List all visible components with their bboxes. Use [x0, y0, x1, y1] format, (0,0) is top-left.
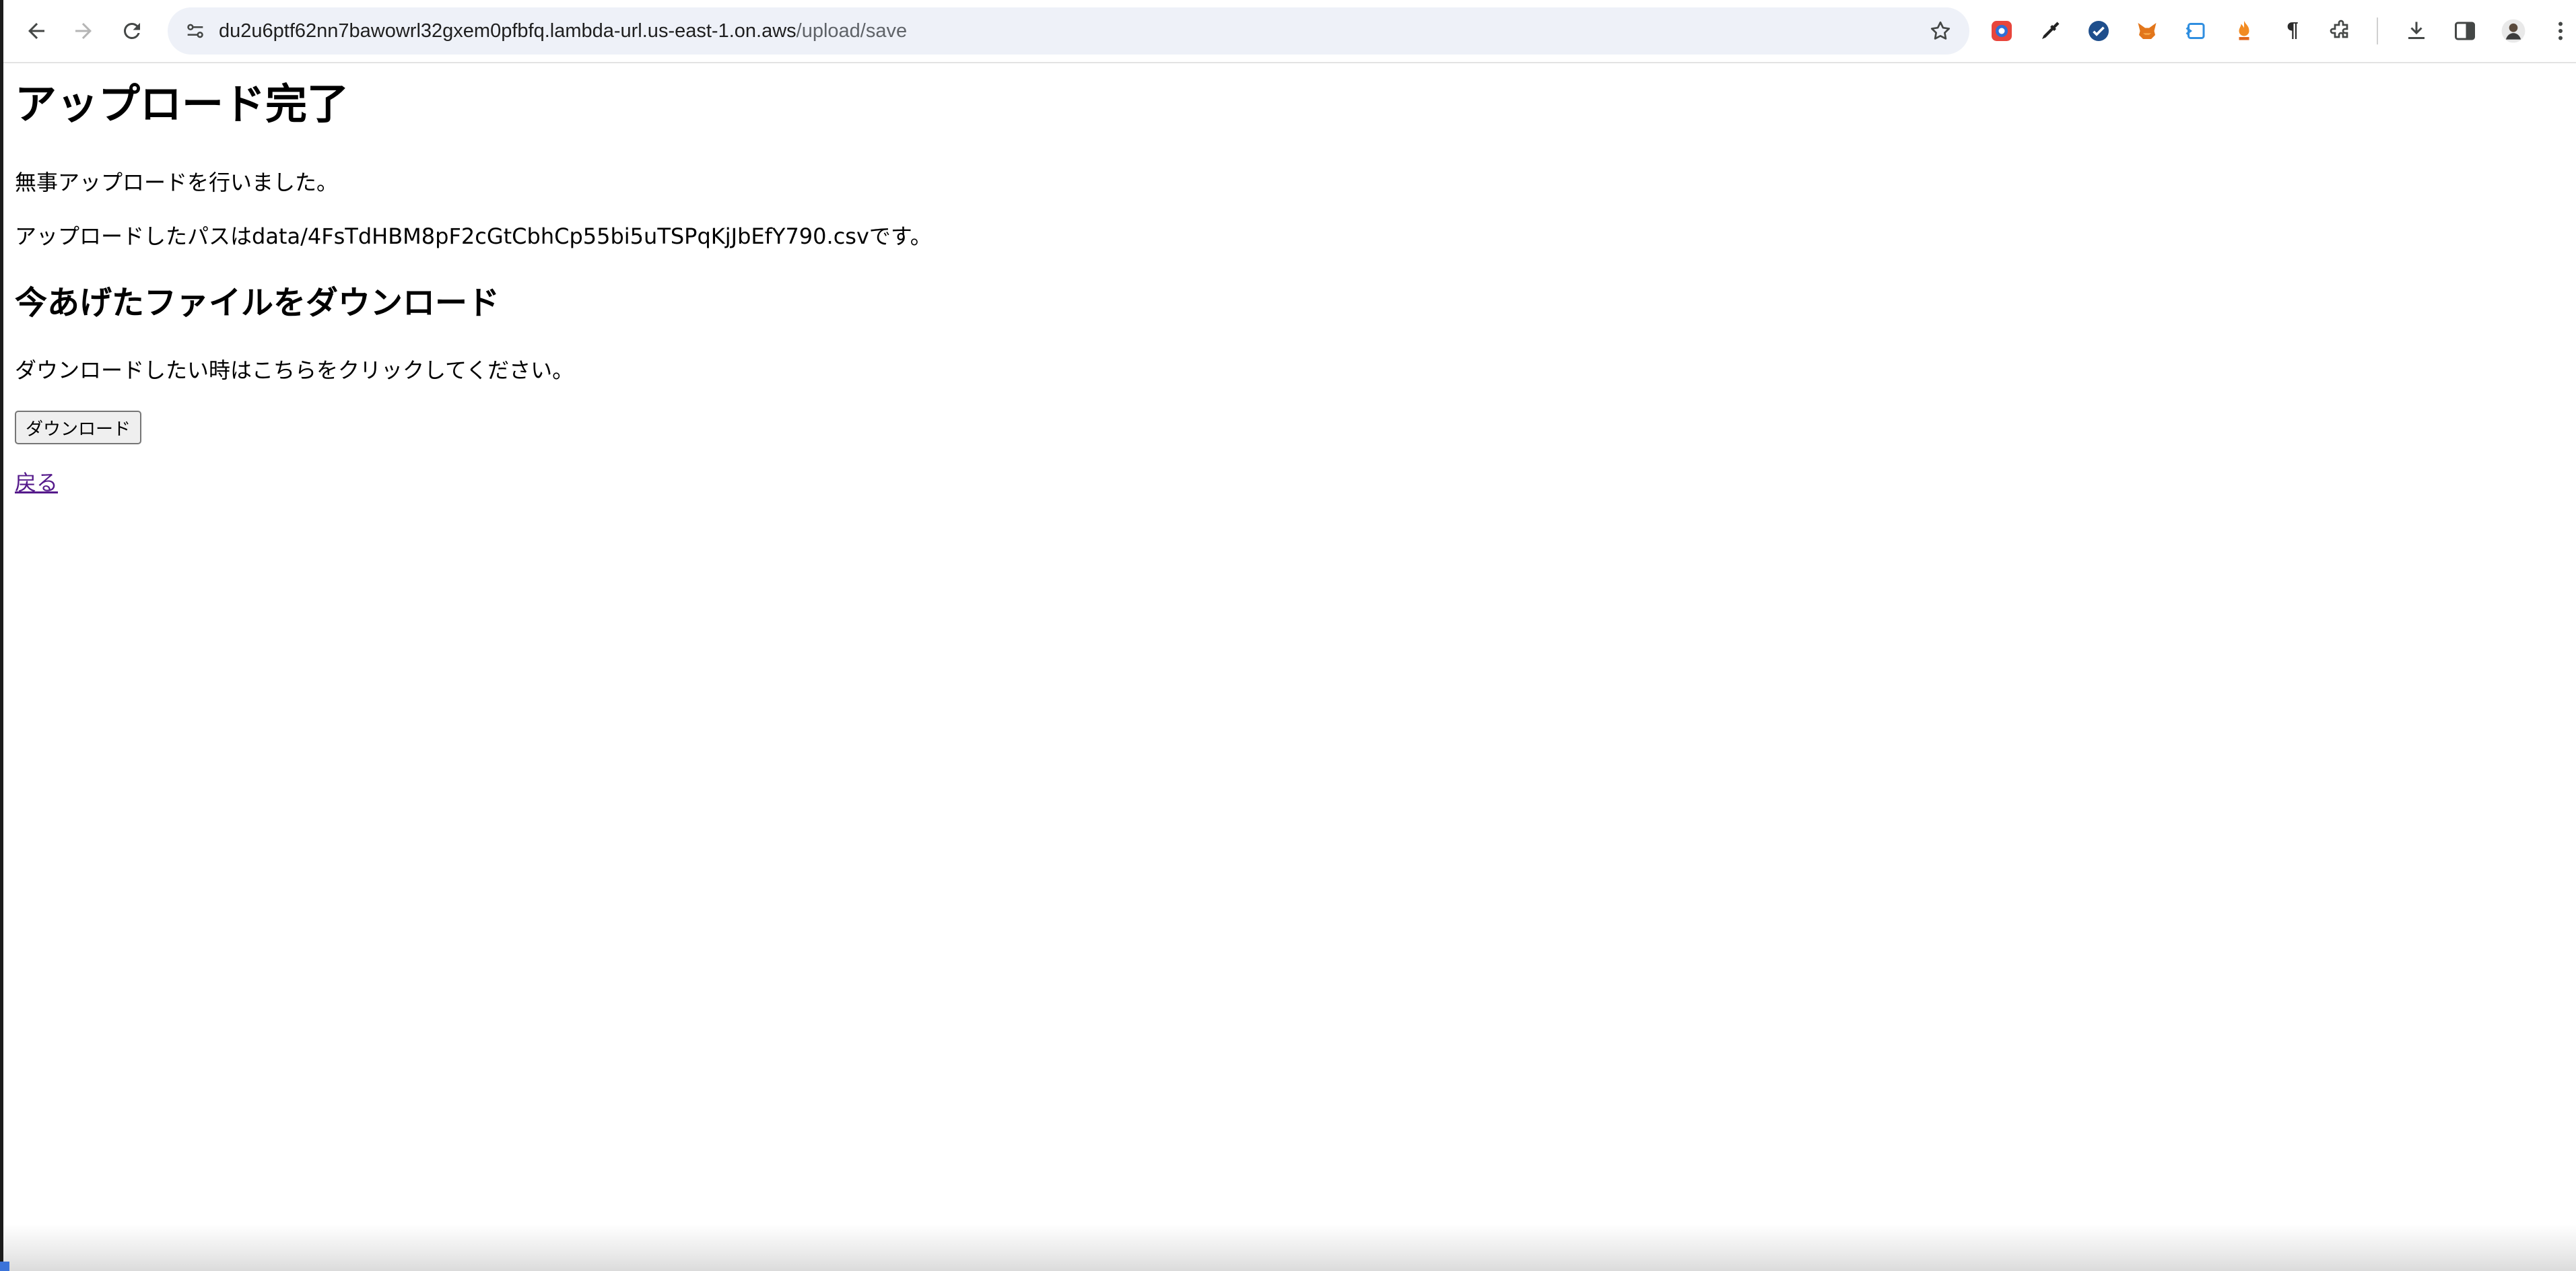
back-button[interactable]: [17, 11, 56, 50]
check-graphic: [2089, 21, 2109, 41]
url-host: du2u6ptf62nn7bawowrl32gxem0pfbfq.lambda-…: [219, 20, 796, 42]
window-edge: [0, 0, 3, 1271]
url-path: /upload/save: [796, 20, 908, 42]
tag-extension-icon[interactable]: [2181, 16, 2210, 46]
puzzle-graphic: [2330, 20, 2348, 38]
address-bar[interactable]: du2u6ptf62nn7bawowrl32gxem0pfbfq.lambda-…: [168, 7, 1969, 55]
avatar-icon: [2501, 19, 2526, 43]
side-panel-button[interactable]: [2450, 16, 2480, 46]
color-picker-graphic: [1992, 21, 2012, 41]
upload-path-message: アップロードしたパスはdata/4FsTdHBM8pF2cGtCbhCp55bi…: [15, 224, 932, 249]
download-instruction: ダウンロードしたい時はこちらをクリックしてください。: [15, 357, 574, 383]
reload-icon: [123, 22, 140, 39]
browser-menu-button[interactable]: [2546, 16, 2575, 46]
color-picker-extension-icon[interactable]: [1987, 16, 2016, 46]
flame-extension-icon[interactable]: [2229, 16, 2259, 46]
url-text[interactable]: du2u6ptf62nn7bawowrl32gxem0pfbfq.lambda-…: [219, 7, 907, 55]
downloads-button[interactable]: [2402, 16, 2431, 46]
metamask-fox-icon[interactable]: [2132, 16, 2162, 46]
download-heading: 今あげたファイルをダウンロード: [15, 284, 500, 322]
toolbar-divider: [2377, 18, 2378, 44]
flame-graphic: [2239, 21, 2249, 40]
pilcrow-extension-icon[interactable]: ¶: [2278, 16, 2307, 46]
puzzle-extensions-icon[interactable]: [2326, 16, 2356, 46]
forward-arrow-icon: [75, 23, 92, 39]
profile-avatar[interactable]: [2499, 16, 2528, 46]
star-icon: [1930, 21, 1951, 40]
browser-window: du2u6ptf62nn7bawowrl32gxem0pfbfq.lambda-…: [0, 0, 2576, 1271]
success-message: 無事アップロードを行いました。: [15, 170, 339, 195]
bottom-shadow: [3, 1224, 2576, 1271]
site-settings-icon: [187, 24, 203, 38]
eyedropper-graphic: [2042, 22, 2060, 39]
bookmark-button[interactable]: [1926, 17, 1955, 45]
tag-graphic: [2185, 23, 2205, 39]
browser-toolbar: du2u6ptf62nn7bawowrl32gxem0pfbfq.lambda-…: [3, 0, 2576, 63]
download-button[interactable]: ダウンロード: [15, 411, 142, 444]
eyedropper-extension-icon[interactable]: [2035, 16, 2065, 46]
download-icon: [2408, 22, 2425, 39]
back-arrow-icon: [28, 23, 44, 39]
side-panel-icon: [2455, 22, 2475, 40]
window-corner-accent: [0, 1262, 9, 1271]
kebab-menu-icon: [2558, 22, 2563, 40]
forward-button[interactable]: [64, 11, 103, 50]
reload-button[interactable]: [112, 11, 151, 50]
fox-graphic: [2138, 23, 2157, 39]
page-title: アップロード完了: [15, 79, 349, 129]
back-link[interactable]: 戻る: [15, 466, 58, 500]
site-settings-button[interactable]: [180, 15, 211, 46]
check-extension-icon[interactable]: [2084, 16, 2113, 46]
